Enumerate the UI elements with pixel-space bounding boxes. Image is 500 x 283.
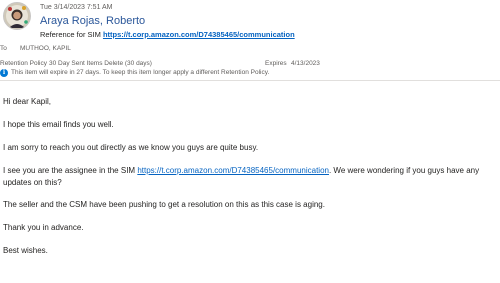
body-paragraph-1: I hope this email finds you well. — [3, 120, 114, 129]
sender-name[interactable]: Araya Rojas, Roberto — [40, 15, 145, 27]
sim-link[interactable]: https://t.corp.amazon.com/D74385465/comm… — [137, 166, 329, 175]
to-recipient[interactable]: MUTHOO, KAPIL — [20, 45, 71, 52]
body-paragraph-4: The seller and the CSM have been pushing… — [3, 200, 325, 209]
body-paragraph-3-line-2: updates on this? — [3, 178, 62, 187]
email-date: Tue 3/14/2023 7:51 AM — [40, 4, 113, 11]
paragraph-3-text: I see you are the assignee in the SIM — [3, 166, 138, 175]
info-icon: i — [0, 69, 8, 77]
greeting: Hi dear Kapil, — [3, 97, 52, 106]
sender-avatar[interactable] — [3, 2, 31, 30]
email-subject: Reference for SIM https://t.corp.amazon.… — [40, 30, 295, 39]
paragraph-3-text-end: . We were wondering if you guys have any — [328, 166, 480, 175]
to-label: To — [0, 45, 7, 52]
retention-policy-value: 30 Day Sent Items Delete (30 days) — [49, 60, 152, 67]
subject-link[interactable]: https://t.corp.amazon.com/D74385465/comm… — [103, 30, 295, 39]
expires-label: Expires — [265, 60, 287, 67]
subject-prefix: Reference for SIM — [40, 30, 103, 39]
retention-policy-label: Retention Policy — [0, 60, 47, 67]
sign-off: Best wishes. — [3, 246, 48, 255]
body-paragraph-5: Thank you in advance. — [3, 223, 84, 232]
header-divider — [0, 80, 500, 81]
body-paragraph-2: I am sorry to reach you out directly as … — [3, 143, 259, 152]
body-paragraph-3: I see you are the assignee in the SIM ht… — [3, 166, 479, 175]
expires-value: 4/13/2023 — [291, 60, 320, 67]
retention-info-text: This item will expire in 27 days. To kee… — [11, 69, 270, 76]
